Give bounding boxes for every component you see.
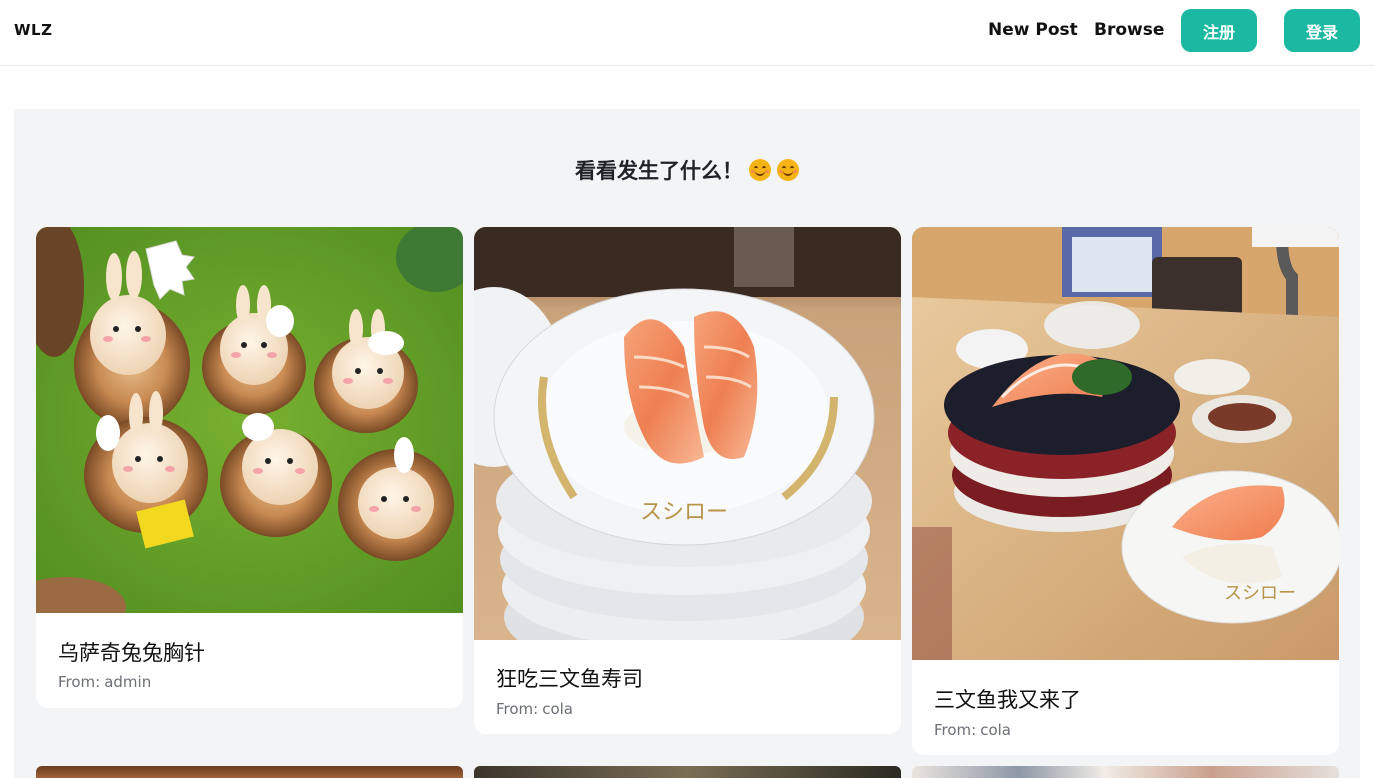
post-image-chiikawa-plush[interactable] [36,227,463,613]
post-author: From: admin [58,673,151,691]
author-prefix: From: [496,700,539,718]
feed-panel: 看看发生了什么！ 乌萨奇兔兔胸针 From: admin スシロー 狂吃三文鱼寿… [14,109,1360,778]
post-card[interactable]: 乌萨奇兔兔胸针 From: admin [36,227,463,708]
author-prefix: From: [934,721,977,739]
post-title[interactable]: 狂吃三文鱼寿司 [496,663,643,693]
post-title[interactable]: 三文鱼我又来了 [934,684,1081,714]
author-prefix: From: [58,673,101,691]
smiling-face-icon [777,159,799,181]
post-card[interactable]: スシロー 三文鱼我又来了 From: cola [912,227,1339,755]
post-card-next-row[interactable] [912,766,1339,778]
svg-text:スシロー: スシロー [1224,583,1296,604]
post-card-next-row[interactable] [36,766,463,778]
post-author: From: cola [496,700,573,718]
register-button[interactable]: 注册 [1181,9,1257,52]
login-button[interactable]: 登录 [1284,9,1360,52]
author-name: admin [104,673,152,691]
post-image-salmon-sashimi[interactable]: スシロー [912,227,1339,660]
feed-heading: 看看发生了什么！ [14,155,1360,185]
svg-text:スシロー: スシロー [640,500,728,525]
top-navbar: WLZ New Post Browse 注册 登录 [0,0,1374,66]
nav-new-post-link[interactable]: New Post [988,20,1078,40]
smiling-face-icon [749,159,771,181]
feed-heading-text: 看看发生了什么！ [575,159,743,183]
brand-logo[interactable]: WLZ [14,21,52,39]
post-card[interactable]: スシロー 狂吃三文鱼寿司 From: cola [474,227,901,734]
post-author: From: cola [934,721,1011,739]
author-name: cola [980,721,1012,739]
post-image-salmon-sushi[interactable]: スシロー [474,227,901,640]
post-title[interactable]: 乌萨奇兔兔胸针 [58,637,205,667]
nav-browse-link[interactable]: Browse [1094,20,1164,40]
post-card-next-row[interactable] [474,766,901,778]
author-name: cola [542,700,574,718]
